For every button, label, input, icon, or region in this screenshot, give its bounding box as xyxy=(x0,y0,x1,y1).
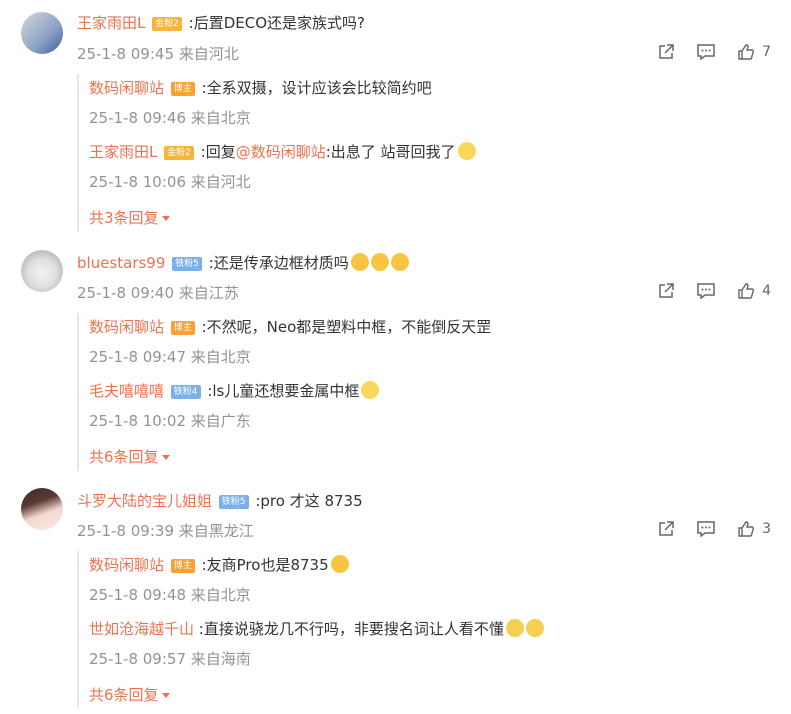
reply-text: :不然呢，Neo都是塑料中框，不能倒反天罡 xyxy=(201,318,492,336)
username[interactable]: 数码闲聊站 xyxy=(89,556,164,574)
reply-prefix: :回复 xyxy=(200,143,236,161)
like-count: 3 xyxy=(762,521,771,537)
chevron-down-icon xyxy=(161,455,170,460)
comment-header: 斗罗大陆的宝儿姐姐 铁粉5 :pro 才这 8735 xyxy=(77,491,363,511)
comment-actions: 3 xyxy=(636,519,771,539)
username[interactable]: 数码闲聊站 xyxy=(89,318,164,336)
comment-text: :还是传承边框材质吗 xyxy=(208,254,349,272)
laugh-emoji-icon xyxy=(457,142,476,160)
reply-text: :全系双摄，设计应该会比较简约吧 xyxy=(201,79,432,97)
fan-badge: 金粉2 xyxy=(152,17,182,31)
reply-meta: 25-1-8 09:48 来自北京 xyxy=(89,586,251,604)
comment-actions: 4 xyxy=(636,281,771,301)
fan-badge: 铁粉5 xyxy=(218,495,249,509)
comment-actions: 7 xyxy=(636,42,771,62)
reply-meta: 25-1-8 10:02 来自广东 xyxy=(89,412,251,430)
username[interactable]: 王家雨田L xyxy=(77,14,145,32)
reply-meta: 25-1-8 09:57 来自海南 xyxy=(89,650,251,668)
username[interactable]: 数码闲聊站 xyxy=(89,79,164,97)
more-replies-link[interactable]: 共6条回复 xyxy=(89,684,170,705)
comment-text: :后置DECO还是家族式吗? xyxy=(188,14,365,32)
chevron-down-icon xyxy=(161,216,170,221)
cat-emoji-icon xyxy=(370,253,389,271)
share-icon[interactable] xyxy=(656,42,676,62)
avatar[interactable] xyxy=(21,488,63,530)
more-replies-link[interactable]: 共6条回复 xyxy=(89,446,170,467)
blogger-badge: 博主 xyxy=(170,82,195,96)
comment-header: bluestars99 铁粉5 :还是传承边框材质吗 xyxy=(77,253,409,273)
more-replies-link[interactable]: 共3条回复 xyxy=(89,207,170,228)
like-count: 4 xyxy=(762,283,771,299)
comment-icon[interactable] xyxy=(696,281,716,301)
cat-emoji-icon xyxy=(350,253,369,271)
username[interactable]: 王家雨田L xyxy=(89,143,157,161)
comment-icon[interactable] xyxy=(696,42,716,62)
smile-emoji-icon xyxy=(361,381,380,399)
like-icon[interactable] xyxy=(736,42,756,62)
share-icon[interactable] xyxy=(656,281,676,301)
username[interactable]: 毛夫嘻嘻嘻 xyxy=(89,382,164,400)
reply-meta: 25-1-8 10:06 来自河北 xyxy=(89,173,251,191)
reply-text: :友商Pro也是8735 xyxy=(201,556,329,574)
blogger-badge: 博主 xyxy=(170,321,195,335)
more-replies-label: 共3条回复 xyxy=(89,209,159,227)
comment-meta: 25-1-8 09:45 来自河北 xyxy=(77,45,239,63)
reply-meta: 25-1-8 09:46 来自北京 xyxy=(89,109,251,127)
chevron-down-icon xyxy=(161,693,170,698)
avatar[interactable] xyxy=(21,250,63,292)
username[interactable]: 世如沧海越千山 xyxy=(89,620,194,638)
reply-thread: 数码闲聊站 博主 :全系双摄，设计应该会比较简约吧 25-1-8 09:46 来… xyxy=(77,74,791,232)
more-replies-label: 共6条回复 xyxy=(89,686,159,704)
mention-link[interactable]: @数码闲聊站 xyxy=(236,143,326,161)
comment-header: 王家雨田L 金粉2 :后置DECO还是家族式吗? xyxy=(77,13,365,33)
share-icon[interactable] xyxy=(656,519,676,539)
cat-emoji-icon xyxy=(390,253,409,271)
avatar[interactable] xyxy=(21,12,63,54)
cry-emoji-icon xyxy=(525,619,544,637)
like-icon[interactable] xyxy=(736,519,756,539)
reply-text: :ls儿童还想要金属中框 xyxy=(207,382,360,400)
cat-emoji-icon xyxy=(330,555,349,573)
comment-icon[interactable] xyxy=(696,519,716,539)
comment-text: :pro 才这 8735 xyxy=(255,492,363,510)
comment-meta: 25-1-8 09:39 来自黑龙江 xyxy=(77,522,254,540)
like-icon[interactable] xyxy=(736,281,756,301)
more-replies-label: 共6条回复 xyxy=(89,448,159,466)
username[interactable]: 斗罗大陆的宝儿姐姐 xyxy=(77,492,212,510)
reply-text: :出息了 站哥回我了 xyxy=(325,143,456,161)
cry-emoji-icon xyxy=(505,619,524,637)
reply-meta: 25-1-8 09:47 来自北京 xyxy=(89,348,251,366)
reply-text: :直接说骁龙几不行吗，非要搜名词让人看不懂 xyxy=(198,620,504,638)
fan-badge: 铁粉5 xyxy=(172,257,202,271)
reply-thread: 数码闲聊站 博主 :友商Pro也是8735 25-1-8 09:48 来自北京 … xyxy=(77,551,791,709)
username[interactable]: bluestars99 xyxy=(77,254,165,272)
blogger-badge: 博主 xyxy=(170,559,195,573)
fan-badge: 金粉2 xyxy=(164,146,194,160)
comment-meta: 25-1-8 09:40 来自江苏 xyxy=(77,284,239,302)
fan-badge: 铁粉4 xyxy=(170,385,201,399)
reply-thread: 数码闲聊站 博主 :不然呢，Neo都是塑料中框，不能倒反天罡 25-1-8 09… xyxy=(77,313,791,471)
like-count: 7 xyxy=(762,44,771,60)
